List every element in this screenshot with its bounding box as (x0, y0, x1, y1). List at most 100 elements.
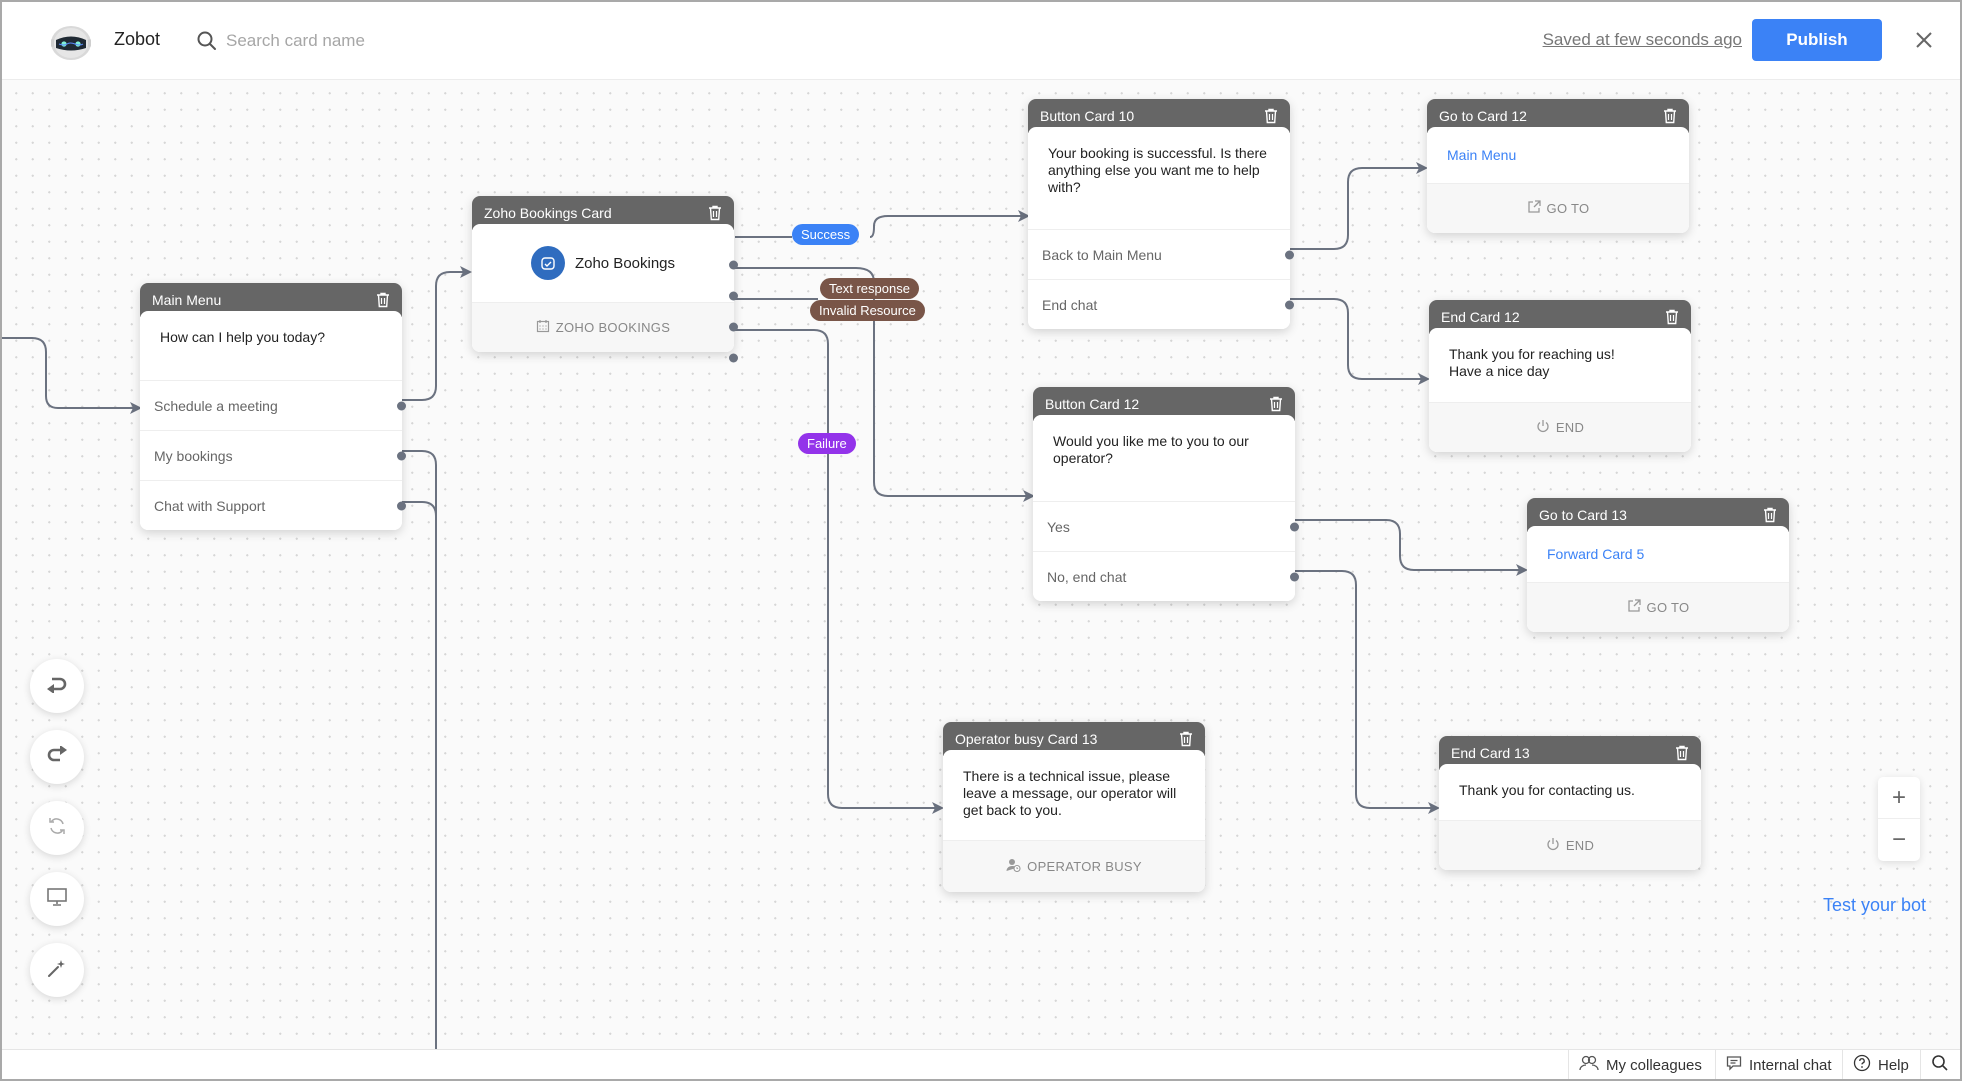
refresh-button[interactable] (30, 801, 84, 855)
trash-icon[interactable] (1675, 745, 1689, 761)
card-title: Button Card 12 (1045, 396, 1140, 412)
bottom-bar-label: Internal chat (1749, 1056, 1832, 1074)
connector-port[interactable] (1285, 250, 1294, 259)
card-footer: END (1429, 402, 1691, 452)
trash-icon[interactable] (708, 205, 722, 221)
card-operator-busy-13[interactable]: Operator busy Card 13 There is a technic… (943, 722, 1205, 892)
help-button[interactable]: Help (1842, 1050, 1919, 1079)
card-end-card-13[interactable]: End Card 13 Thank you for contacting us.… (1439, 736, 1701, 870)
card-title: Button Card 10 (1040, 108, 1135, 124)
zoom-controls: + − (1878, 777, 1920, 861)
trash-icon[interactable] (1264, 108, 1278, 124)
card-button-yes[interactable]: Yes (1033, 501, 1299, 551)
trash-icon[interactable] (1269, 396, 1283, 412)
card-zoho-bookings[interactable]: Zoho Bookings Card Zoho Bookings ZOHO BO… (472, 196, 738, 363)
card-title: Zoho Bookings Card (484, 205, 612, 221)
publish-button[interactable]: Publish (1752, 19, 1882, 61)
saved-status-link[interactable]: Saved at few seconds ago (1543, 30, 1742, 50)
goto-target-link[interactable]: Forward Card 5 (1527, 526, 1789, 582)
card-message: Would you like me to you to our operator… (1053, 433, 1249, 466)
card-message: How can I help you today? (160, 329, 325, 345)
refresh-icon (47, 816, 67, 841)
card-message: There is a technical issue, please leave… (963, 768, 1177, 818)
card-button-back-to-main[interactable]: Back to Main Menu (1028, 229, 1294, 279)
card-main-menu[interactable]: Main Menu How can I help you today? Sche… (140, 283, 406, 530)
edge-label-text-response[interactable]: Text response (820, 278, 919, 299)
card-button-end-chat[interactable]: End chat (1028, 279, 1294, 329)
message-line: Have a nice day (1449, 363, 1550, 379)
search-icon[interactable] (196, 30, 218, 52)
internal-chat-button[interactable]: Internal chat (1715, 1050, 1842, 1079)
bottom-bar-label: Help (1878, 1056, 1909, 1074)
card-button-card-10[interactable]: Button Card 10 Your booking is successfu… (1028, 99, 1294, 329)
card-message: Your booking is successful. Is there any… (1048, 145, 1267, 195)
trash-icon[interactable] (1763, 507, 1777, 523)
top-bar: Zobot Saved at few seconds ago Publish (2, 2, 1960, 80)
connector-port[interactable] (1285, 300, 1294, 309)
redo-icon (46, 744, 68, 769)
card-end-card-12[interactable]: End Card 12 Thank you for reaching us! H… (1429, 300, 1691, 452)
help-icon (1853, 1054, 1871, 1076)
connector-port[interactable] (397, 501, 406, 510)
zoom-in-button[interactable]: + (1878, 777, 1920, 819)
integration-name: Zoho Bookings (574, 254, 676, 272)
external-link-icon (1627, 599, 1641, 616)
button-label: Yes (1047, 518, 1070, 535)
button-label: Back to Main Menu (1042, 246, 1162, 263)
magic-wand-icon (46, 957, 68, 984)
preview-button[interactable] (30, 872, 84, 926)
connector-port-success[interactable] (729, 260, 738, 270)
card-goto-card-12[interactable]: Go to Card 12 Main Menu GO TO (1427, 99, 1689, 233)
connector-port[interactable] (397, 401, 406, 410)
search-card-input[interactable] (226, 24, 626, 58)
card-button-no-end-chat[interactable]: No, end chat (1033, 551, 1299, 601)
connector-port[interactable] (397, 451, 406, 460)
button-label: End chat (1042, 296, 1098, 313)
app-window: Zobot Saved at few seconds ago Publish (2, 2, 1960, 1079)
card-title: Go to Card 13 (1539, 507, 1627, 523)
operator-busy-icon (1006, 858, 1021, 875)
footer-label: GO TO (1646, 600, 1690, 615)
card-footer: OPERATOR BUSY (943, 840, 1205, 892)
edge-label-failure[interactable]: Failure (798, 433, 856, 454)
magic-wand-button[interactable] (30, 943, 84, 997)
card-button-card-12[interactable]: Button Card 12 Would you like me to you … (1033, 387, 1299, 601)
bottom-bar: My colleagues Internal chat Help (2, 1049, 1960, 1079)
redo-button[interactable] (30, 730, 84, 784)
test-your-bot-link[interactable]: Test your bot (1823, 895, 1926, 916)
connector-port-text-response[interactable] (729, 291, 738, 301)
footer-label: OPERATOR BUSY (1027, 859, 1142, 874)
bottom-search-button[interactable] (1920, 1050, 1959, 1079)
monitor-icon (46, 887, 68, 912)
card-button-my-bookings[interactable]: My bookings (140, 430, 406, 480)
footer-label: ZOHO BOOKINGS (555, 320, 671, 335)
plus-icon: + (1891, 783, 1906, 811)
edge-label-success[interactable]: Success (792, 224, 860, 245)
calendar-icon (536, 319, 550, 336)
connector-port-failure[interactable] (729, 353, 738, 363)
trash-icon[interactable] (1179, 731, 1193, 747)
zobot-logo-icon (47, 24, 95, 62)
my-colleagues-button[interactable]: My colleagues (1568, 1050, 1712, 1079)
connector-port-invalid-resource[interactable] (729, 322, 738, 332)
edge-label-invalid-resource[interactable]: Invalid Resource (810, 300, 925, 321)
card-footer: END (1439, 820, 1701, 870)
close-icon[interactable] (1910, 26, 1938, 54)
trash-icon[interactable] (1665, 309, 1679, 325)
connector-port[interactable] (1290, 522, 1299, 531)
card-goto-card-13[interactable]: Go to Card 13 Forward Card 5 GO TO (1527, 498, 1789, 632)
trash-icon[interactable] (1663, 108, 1677, 124)
message-line: Thank you for reaching us! (1449, 346, 1615, 362)
trash-icon[interactable] (376, 292, 390, 308)
card-title: End Card 12 (1441, 309, 1520, 325)
goto-target-link[interactable]: Main Menu (1427, 127, 1689, 183)
button-label: No, end chat (1047, 568, 1127, 585)
card-button-schedule[interactable]: Schedule a meeting (140, 380, 406, 430)
zoom-out-button[interactable]: − (1878, 819, 1920, 861)
undo-button[interactable] (30, 659, 84, 713)
connector-port[interactable] (1290, 572, 1299, 581)
footer-label: END (1555, 420, 1585, 435)
footer-label: GO TO (1546, 201, 1590, 216)
zoho-bookings-logo-icon (530, 246, 565, 280)
card-button-chat-support[interactable]: Chat with Support (140, 480, 406, 530)
